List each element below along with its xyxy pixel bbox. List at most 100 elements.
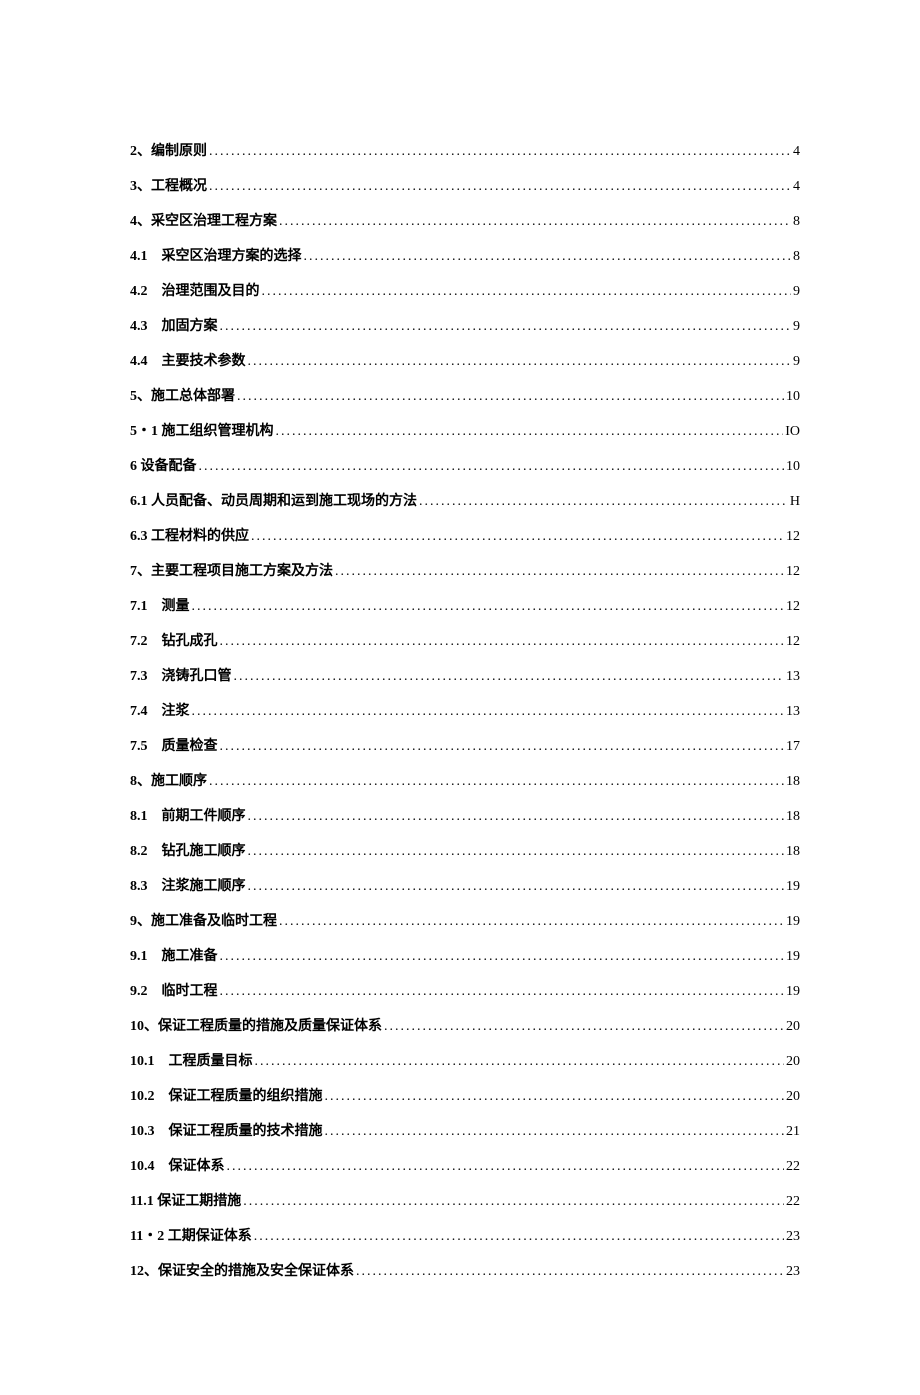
- toc-page-number: 13: [786, 704, 800, 720]
- toc-dots: [248, 844, 785, 860]
- toc-label: 12、保证安全的措施及安全保证体系: [130, 1260, 354, 1280]
- toc-label: 10.1 工程质量目标: [130, 1050, 253, 1070]
- toc-entry: 4.1 采空区治理方案的选择 8: [130, 245, 800, 265]
- toc-page-number: 23: [786, 1264, 800, 1280]
- toc-entry: 5・1 施工组织管理机构 IO: [130, 420, 800, 440]
- toc-page-number: H: [790, 494, 800, 510]
- toc-label: 11・2 工期保证体系: [130, 1225, 252, 1245]
- toc-page-number: 8: [793, 214, 800, 230]
- toc-entry: 10.4 保证体系 22: [130, 1155, 800, 1175]
- toc-label: 10.4 保证体系: [130, 1155, 225, 1175]
- toc-dots: [209, 144, 791, 160]
- toc-page-number: 12: [786, 599, 800, 615]
- toc-dots: [262, 284, 792, 300]
- toc-page-number: 8: [793, 249, 800, 265]
- toc-label: 9.1 施工准备: [130, 945, 218, 965]
- toc-entry: 4.3 加固方案 9: [130, 315, 800, 335]
- toc-page-number: 10: [786, 459, 800, 475]
- toc-page-number: 18: [786, 844, 800, 860]
- toc-label: 2、编制原则: [130, 140, 207, 160]
- toc-label: 4.3 加固方案: [130, 315, 218, 335]
- toc-label: 7.3 浇铸孔口管: [130, 665, 232, 685]
- toc-entry: 3、工程概况 4: [130, 175, 800, 195]
- toc-entry: 9、施工准备及临时工程 19: [130, 910, 800, 930]
- toc-dots: [220, 634, 785, 650]
- toc-dots: [255, 1054, 785, 1070]
- toc-entry: 12、保证安全的措施及安全保证体系 23: [130, 1260, 800, 1280]
- toc-dots: [220, 319, 792, 335]
- toc-page-number: IO: [785, 424, 800, 440]
- toc-label: 4、采空区治理工程方案: [130, 210, 277, 230]
- toc-page-number: 13: [786, 669, 800, 685]
- toc-dots: [356, 1264, 784, 1280]
- toc-entry: 7.5 质量检查 17: [130, 735, 800, 755]
- toc-entry: 7.2 钻孔成孔 12: [130, 630, 800, 650]
- toc-entry: 8.1 前期工件顺序 18: [130, 805, 800, 825]
- toc-label: 7.5 质量检查: [130, 735, 218, 755]
- toc-label: 6.1 人员配备、动员周期和运到施工现场的方法: [130, 490, 417, 510]
- toc-page-number: 18: [786, 774, 800, 790]
- toc-label: 5・1 施工组织管理机构: [130, 420, 274, 440]
- toc-page-number: 22: [786, 1194, 800, 1210]
- toc-entry: 10.1 工程质量目标 20: [130, 1050, 800, 1070]
- toc-label: 8.2 钻孔施工顺序: [130, 840, 246, 860]
- toc-entry: 8、施工顺序 18: [130, 770, 800, 790]
- toc-label: 7.4 注浆: [130, 700, 190, 720]
- toc-page: 2、编制原则 4 3、工程概况 4 4、采空区治理工程方案 8 4.1 采空区治…: [0, 0, 920, 1395]
- toc-page-number: 19: [786, 949, 800, 965]
- toc-page-number: 20: [786, 1019, 800, 1035]
- toc-page-number: 23: [786, 1229, 800, 1245]
- toc-page-number: 20: [786, 1089, 800, 1105]
- toc-entry: 4、采空区治理工程方案 8: [130, 210, 800, 230]
- toc-entry: 5、施工总体部署 10: [130, 385, 800, 405]
- toc-dots: [279, 914, 784, 930]
- toc-entry: 6.3 工程材料的供应 12: [130, 525, 800, 545]
- toc-dots: [248, 809, 785, 825]
- toc-dots: [192, 704, 785, 720]
- toc-page-number: 22: [786, 1159, 800, 1175]
- toc-dots: [279, 214, 791, 230]
- toc-entry: 4.2 治理范围及目的 9: [130, 280, 800, 300]
- toc-label: 8.1 前期工件顺序: [130, 805, 246, 825]
- toc-page-number: 10: [786, 389, 800, 405]
- toc-label: 6.3 工程材料的供应: [130, 525, 249, 545]
- toc-label: 9.2 临时工程: [130, 980, 218, 1000]
- toc-dots: [251, 529, 784, 545]
- toc-page-number: 4: [793, 144, 800, 160]
- toc-page-number: 19: [786, 914, 800, 930]
- toc-dots: [254, 1229, 784, 1245]
- toc-entry: 10.3 保证工程质量的技术措施 21: [130, 1120, 800, 1140]
- toc-entry: 2、编制原则 4: [130, 140, 800, 160]
- toc-page-number: 20: [786, 1054, 800, 1070]
- toc-entry: 7.3 浇铸孔口管 13: [130, 665, 800, 685]
- toc-dots: [209, 774, 784, 790]
- toc-label: 10.3 保证工程质量的技术措施: [130, 1120, 323, 1140]
- toc-dots: [237, 389, 784, 405]
- toc-page-number: 12: [786, 634, 800, 650]
- toc-dots: [220, 949, 785, 965]
- toc-dots: [220, 984, 785, 1000]
- toc-dots: [192, 599, 785, 615]
- toc-entry: 11.1 保证工期措施 22: [130, 1190, 800, 1210]
- toc-dots: [325, 1124, 785, 1140]
- toc-page-number: 9: [793, 284, 800, 300]
- toc-dots: [335, 564, 784, 580]
- toc-entry: 8.3 注浆施工顺序 19: [130, 875, 800, 895]
- toc-entry: 11・2 工期保证体系 23: [130, 1225, 800, 1245]
- toc-dots: [227, 1159, 785, 1175]
- toc-label: 4.4 主要技术参数: [130, 350, 246, 370]
- toc-dots: [220, 739, 785, 755]
- toc-dots: [209, 179, 791, 195]
- toc-page-number: 17: [786, 739, 800, 755]
- toc-label: 4.1 采空区治理方案的选择: [130, 245, 302, 265]
- toc-label: 7、主要工程项目施工方案及方法: [130, 560, 333, 580]
- toc-page-number: 19: [786, 879, 800, 895]
- toc-entry: 7、主要工程项目施工方案及方法 12: [130, 560, 800, 580]
- toc-entry: 6.1 人员配备、动员周期和运到施工现场的方法 H: [130, 490, 800, 510]
- toc-dots: [243, 1194, 784, 1210]
- toc-page-number: 4: [793, 179, 800, 195]
- toc-dots: [384, 1019, 784, 1035]
- toc-entry: 10.2 保证工程质量的组织措施 20: [130, 1085, 800, 1105]
- toc-dots: [276, 424, 784, 440]
- toc-entry: 10、保证工程质量的措施及质量保证体系 20: [130, 1015, 800, 1035]
